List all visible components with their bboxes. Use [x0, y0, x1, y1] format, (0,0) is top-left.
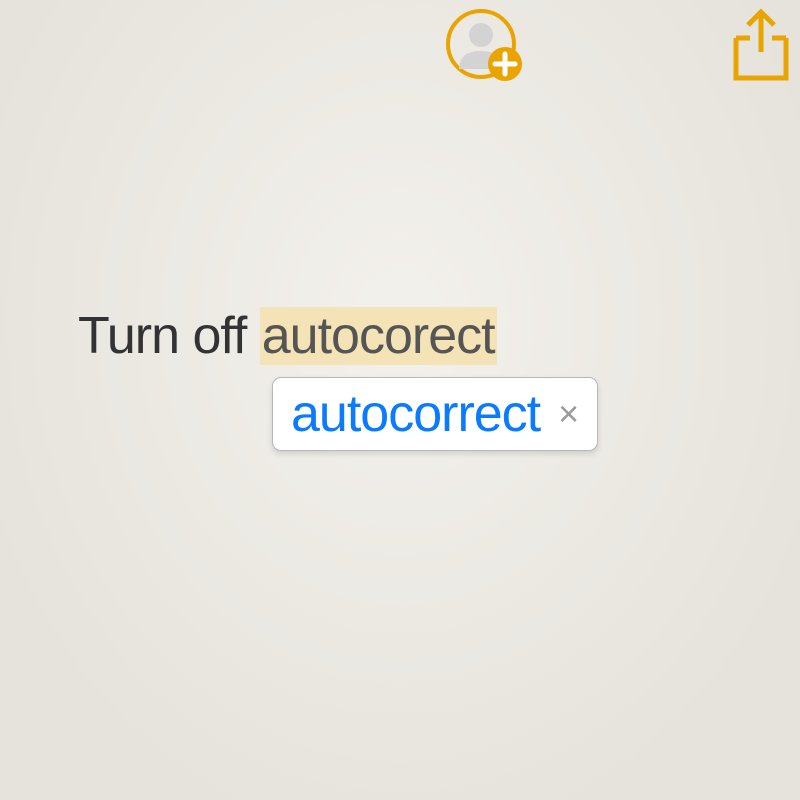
add-person-button[interactable] — [445, 6, 525, 86]
dismiss-suggestion-button[interactable]: × — [554, 392, 583, 436]
add-person-icon — [445, 6, 525, 86]
toolbar — [0, 0, 800, 90]
note-text-prefix: Turn off — [78, 307, 260, 365]
autocorrect-suggestion-bubble: autocorrect × — [272, 377, 598, 451]
share-icon — [730, 8, 792, 82]
share-button[interactable] — [730, 8, 792, 82]
misspelled-word[interactable]: autocorect — [260, 307, 497, 365]
note-text[interactable]: Turn off autocorect — [78, 306, 497, 366]
autocorrect-suggestion[interactable]: autocorrect — [291, 384, 540, 444]
